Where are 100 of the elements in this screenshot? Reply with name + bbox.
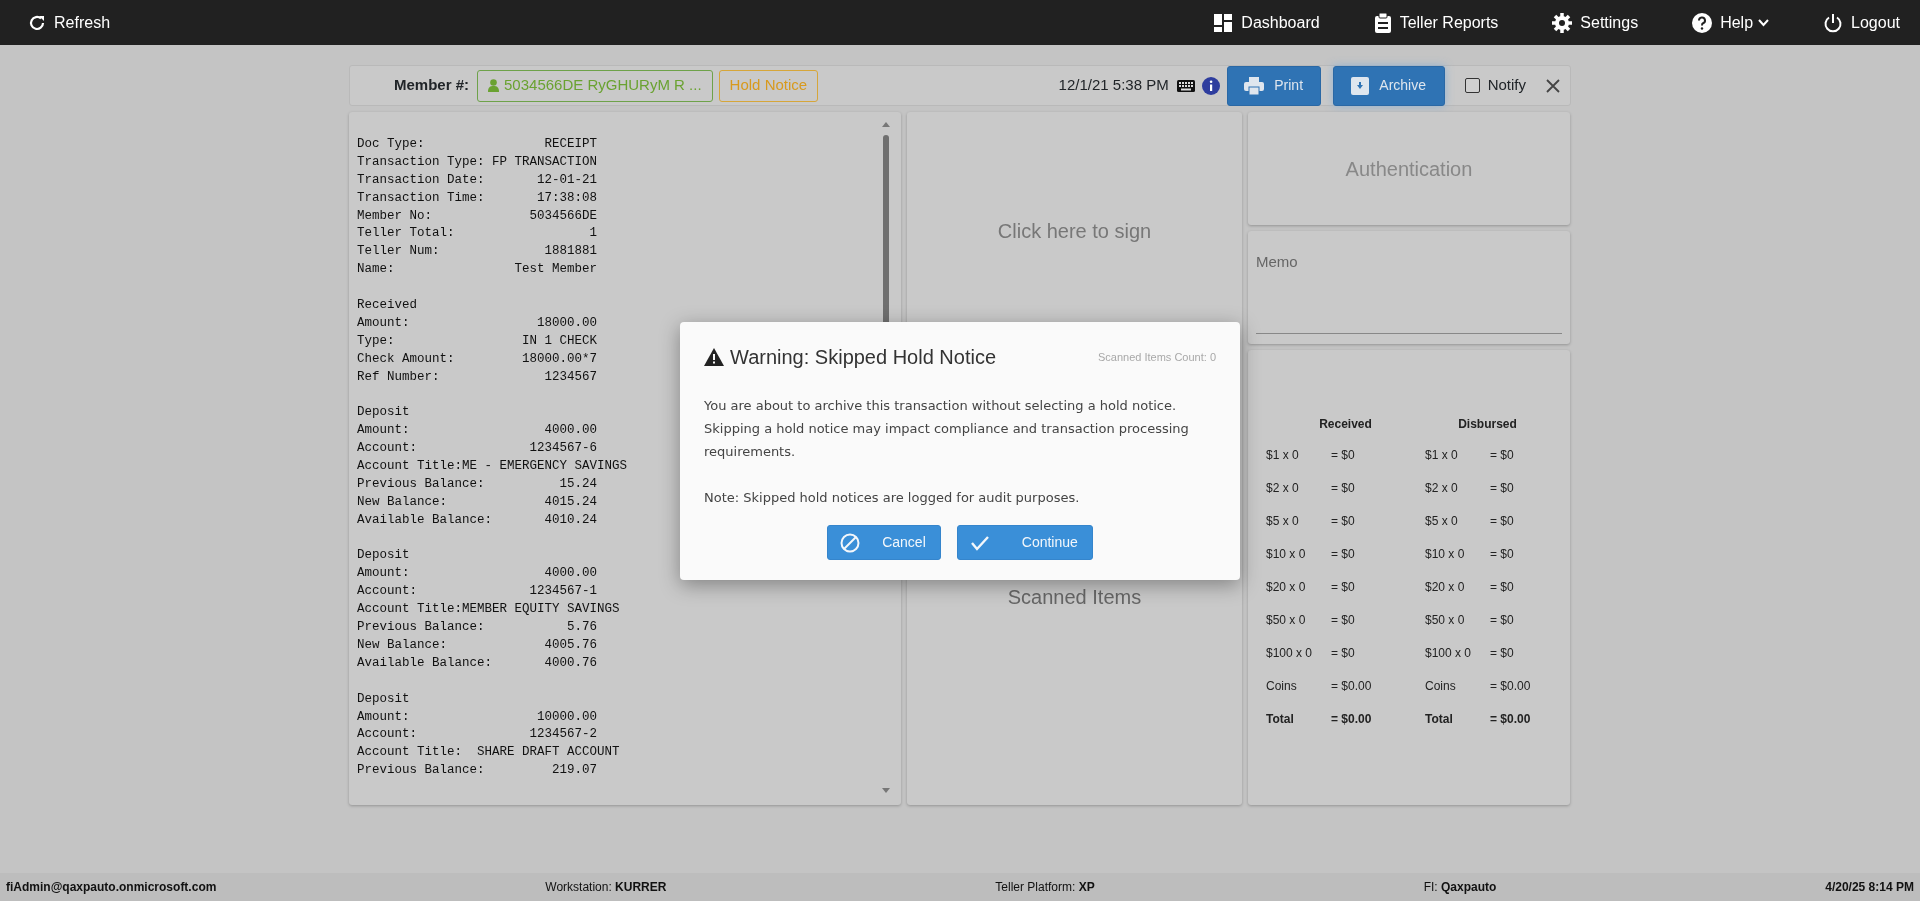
receipt-label: Check Amount: bbox=[357, 350, 455, 368]
column-heading: Received bbox=[1318, 416, 1373, 433]
receipt-text: Deposit bbox=[357, 404, 410, 422]
receipt-label: Transaction Type: bbox=[357, 153, 485, 171]
cash-amount: = $0 bbox=[1490, 545, 1515, 563]
info-icon bbox=[1201, 76, 1220, 95]
receipt-text: Deposit bbox=[357, 690, 410, 708]
receipt-label: Teller Total: bbox=[357, 225, 455, 243]
settings-icon bbox=[1552, 12, 1573, 33]
receipt-value: 17:38:08 bbox=[537, 189, 597, 207]
receipt-value: 5034566DE bbox=[529, 207, 597, 225]
notify-label[interactable]: Notify bbox=[1487, 74, 1526, 97]
cash-amount: = $0.00 bbox=[1331, 710, 1373, 728]
receipt-label: Amount: bbox=[357, 708, 410, 726]
cash-amount: = $0 bbox=[1490, 578, 1515, 596]
power-icon bbox=[1823, 12, 1844, 33]
nav-link[interactable]: Settings bbox=[1552, 6, 1639, 39]
dialog-message: Note: Skipped hold notices are logged for audit purposes. bbox=[704, 489, 1081, 507]
nav-link[interactable]: Logout bbox=[1823, 6, 1900, 39]
nav-link[interactable]: Teller Reports bbox=[1373, 6, 1499, 39]
memo-label: Memo bbox=[1256, 252, 1299, 272]
help-icon bbox=[1692, 12, 1713, 33]
receipt-text: Account Title:MEMBER EQUITY SAVINGS bbox=[357, 601, 620, 619]
status-item: Teller Platform: XP bbox=[995, 879, 1095, 896]
receipt-label: Transaction Date: bbox=[357, 171, 485, 189]
cash-label: $50 x 0 bbox=[1425, 611, 1466, 629]
cash-amount: = $0.00 bbox=[1490, 677, 1532, 695]
cash-amount: = $0 bbox=[1331, 545, 1356, 563]
receipt-value: 1234567-1 bbox=[529, 583, 597, 601]
column-heading: Disbursed bbox=[1457, 416, 1518, 433]
archive-button[interactable]: Archive bbox=[1332, 65, 1445, 106]
cash-label: $50 x 0 bbox=[1266, 611, 1307, 629]
cash-amount: = $0 bbox=[1331, 611, 1356, 629]
close-icon bbox=[1546, 78, 1560, 93]
receipt-value: 15.24 bbox=[559, 475, 597, 493]
cash-amount: = $0 bbox=[1331, 578, 1356, 596]
receipt-value: 1234567-2 bbox=[529, 726, 597, 744]
receipt-value: 4010.24 bbox=[544, 511, 597, 529]
cash-label: $5 x 0 bbox=[1266, 512, 1300, 530]
cash-label: $10 x 0 bbox=[1425, 545, 1466, 563]
receipt-value: 12-01-21 bbox=[537, 171, 597, 189]
status-item: Workstation: KURRER bbox=[545, 879, 667, 896]
cash-label: $100 x 0 bbox=[1266, 644, 1314, 662]
notify-checkbox[interactable] bbox=[1464, 78, 1480, 93]
cash-amount: = $0.00 bbox=[1331, 677, 1373, 695]
receipt-value: 4000.76 bbox=[544, 654, 597, 672]
cash-amount: = $0 bbox=[1331, 446, 1356, 464]
cash-label: $100 x 0 bbox=[1425, 644, 1473, 662]
cash-amount: = $0 bbox=[1490, 644, 1515, 662]
receipt-value: 1881881 bbox=[544, 243, 597, 261]
member-label: Member #: bbox=[394, 75, 470, 96]
receipt-value: 18000.00 bbox=[537, 314, 597, 332]
receipt-value: 4005.76 bbox=[544, 636, 597, 654]
nav-link[interactable]: Help bbox=[1692, 6, 1770, 39]
dialog-message: You are about to archive this transaction without selecting a hold notice. Skipping a hold notice may impact compliance and transaction processing requirements. bbox=[704, 397, 1190, 461]
receipt-label: Previous Balance: bbox=[357, 762, 485, 780]
receipt-label: Member No: bbox=[357, 207, 432, 225]
receipt-label: Account: bbox=[357, 440, 417, 458]
receipt-label: Account: bbox=[357, 726, 417, 744]
receipt-value: FP TRANSACTION bbox=[491, 153, 597, 171]
check-icon bbox=[969, 534, 990, 551]
refresh-button[interactable]: Refresh bbox=[28, 6, 111, 39]
authentication-title: Authentication bbox=[1345, 156, 1473, 182]
receipt-label: Available Balance: bbox=[357, 511, 493, 529]
cash-label: Coins bbox=[1266, 677, 1298, 695]
archive-icon bbox=[1351, 76, 1370, 95]
receipt-text: Account Title:ME - EMERGENCY SAVINGS bbox=[357, 458, 628, 476]
receipt-label: Available Balance: bbox=[357, 654, 493, 672]
dashboard-icon bbox=[1213, 12, 1234, 33]
print-button[interactable]: Print bbox=[1226, 65, 1321, 106]
cash-label: $20 x 0 bbox=[1266, 578, 1307, 596]
receipt-label: Doc Type: bbox=[357, 136, 425, 153]
receipt-label: Transaction Time: bbox=[357, 189, 485, 207]
dialog-title: Warning: Skipped Hold Notice bbox=[730, 345, 997, 370]
date-time: 12/1/21 5:38 PM bbox=[1058, 75, 1169, 96]
warning-icon bbox=[704, 348, 724, 366]
cash-label: Total bbox=[1425, 710, 1454, 728]
receipt-value: Test Member bbox=[514, 261, 597, 279]
scanned-items-title: Scanned Items bbox=[1007, 585, 1142, 610]
nav-link[interactable]: Dashboard bbox=[1213, 6, 1320, 39]
cash-label: $10 x 0 bbox=[1266, 545, 1307, 563]
receipt-label: Previous Balance: bbox=[357, 475, 485, 493]
receipt-label: Amount: bbox=[357, 422, 410, 440]
printer-icon bbox=[1244, 76, 1265, 95]
cash-amount: = $0 bbox=[1490, 479, 1515, 497]
receipt-label: Teller Num: bbox=[357, 243, 440, 261]
receipt-value: RECEIPT bbox=[544, 136, 597, 153]
status-time: 4/20/25 8:14 PM bbox=[1825, 879, 1914, 896]
scanned-items-count: Scanned Items Count: 0 bbox=[1098, 349, 1216, 365]
user-icon bbox=[488, 79, 500, 92]
receipt-value: 4015.24 bbox=[544, 493, 597, 511]
receipt-value: 1234567-6 bbox=[529, 440, 597, 458]
cash-label: $5 x 0 bbox=[1425, 512, 1459, 530]
cash-amount: = $0 bbox=[1490, 512, 1515, 530]
receipt-value: 10000.00 bbox=[537, 708, 597, 726]
cash-amount: = $0 bbox=[1490, 446, 1515, 464]
receipt-label: New Balance: bbox=[357, 636, 447, 654]
receipt-value: 4000.00 bbox=[544, 422, 597, 440]
receipt-label: New Balance: bbox=[357, 493, 447, 511]
receipt-value: 18000.00*7 bbox=[522, 350, 597, 368]
